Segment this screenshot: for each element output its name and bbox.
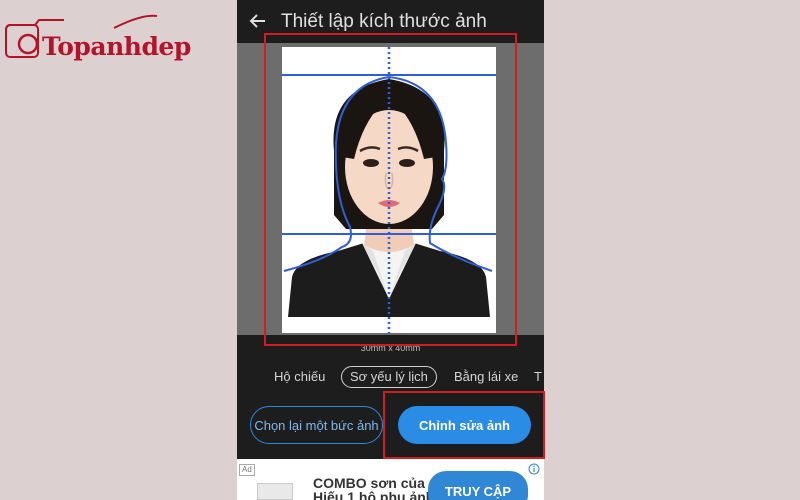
- tab-passport[interactable]: Hộ chiếu: [274, 366, 325, 388]
- ad-thumbnail: [257, 483, 293, 500]
- tab-resume[interactable]: Sơ yếu lý lịch: [341, 366, 437, 388]
- tab-next-partial[interactable]: T: [534, 366, 542, 388]
- ad-visit-button[interactable]: TRUY CẬP: [428, 471, 528, 500]
- highlight-box-edit-button: [383, 391, 545, 459]
- ad-banner[interactable]: Ad COMBO sơn của Hiếu 1 hộ phụ ảnh TRUY …: [237, 459, 544, 500]
- tab-driver-license[interactable]: Bằng lái xe: [454, 366, 518, 388]
- arrow-left-icon[interactable]: [247, 10, 269, 32]
- choose-another-photo-button[interactable]: Chọn lại một bức ảnh: [250, 406, 383, 444]
- ad-badge: Ad: [239, 464, 255, 476]
- size-preset-tabs: Hộ chiếu Sơ yếu lý lịch Bằng lái xe T: [237, 362, 544, 392]
- watermark-text: Topanhdep: [42, 32, 191, 61]
- info-icon[interactable]: [528, 463, 540, 475]
- page-title: Thiết lập kích thước ảnh: [281, 11, 487, 32]
- highlight-box-photo: [264, 33, 517, 346]
- watermark-logo: Topanhdep: [2, 8, 191, 61]
- ad-text: COMBO sơn của Hiếu 1 hộ phụ ảnh: [313, 475, 435, 500]
